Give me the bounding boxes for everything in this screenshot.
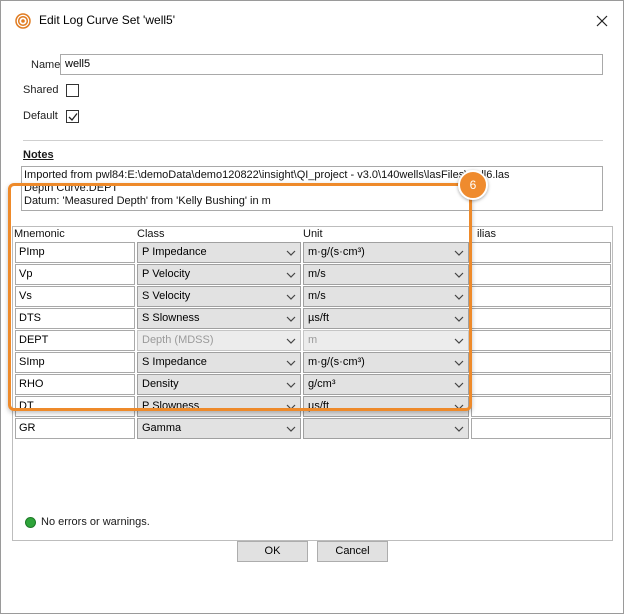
unit-dropdown[interactable]: m/s	[303, 286, 469, 307]
class-dropdown[interactable]: S Velocity	[137, 286, 301, 307]
chevron-down-icon	[286, 272, 296, 278]
unit-dropdown[interactable]: µs/ft	[303, 308, 469, 329]
chevron-down-icon	[286, 294, 296, 300]
mnemonic-input[interactable]: DTS	[15, 308, 135, 329]
chevron-down-icon	[286, 404, 296, 410]
separator	[23, 140, 603, 141]
chevron-down-icon	[454, 382, 464, 388]
edit-log-curve-set-dialog: Edit Log Curve Set 'well5' Name well5 Sh…	[0, 0, 624, 614]
chevron-down-icon	[286, 382, 296, 388]
shared-checkbox[interactable]	[66, 84, 79, 97]
chevron-down-icon	[454, 338, 464, 344]
title-bar: Edit Log Curve Set 'well5'	[1, 1, 623, 39]
alias-input[interactable]	[471, 286, 611, 307]
alias-input[interactable]	[471, 264, 611, 285]
chevron-down-icon	[286, 338, 296, 344]
chevron-down-icon	[454, 316, 464, 322]
unit-dropdown[interactable]: m/s	[303, 264, 469, 285]
class-value: P Velocity	[142, 268, 191, 280]
column-header-aliases: ilias	[477, 228, 496, 240]
class-value: P Slowness	[142, 400, 200, 412]
notes-line: Depth Curve:DEPT	[24, 182, 119, 194]
mnemonic-input[interactable]: GR	[15, 418, 135, 439]
alias-input[interactable]	[471, 396, 611, 417]
notes-title: Notes	[23, 149, 54, 161]
unit-value: m/s	[308, 268, 326, 280]
cancel-button[interactable]: Cancel	[317, 541, 388, 562]
class-dropdown[interactable]: Depth (MDSS)	[137, 330, 301, 351]
chevron-down-icon	[286, 360, 296, 366]
alias-input[interactable]	[471, 352, 611, 373]
class-value: S Slowness	[142, 312, 200, 324]
notes-line: Datum: 'Measured Depth' from 'Kelly Bush…	[24, 195, 271, 207]
ok-button[interactable]: OK	[237, 541, 308, 562]
notes-line: Imported from pwl84:E:\demoData\demo1208…	[24, 169, 510, 181]
chevron-down-icon	[454, 272, 464, 278]
chevron-down-icon	[454, 294, 464, 300]
alias-input[interactable]	[471, 242, 611, 263]
mnemonic-input[interactable]: DEPT	[15, 330, 135, 351]
column-header-class: Class	[137, 228, 165, 240]
class-value: P Impedance	[142, 246, 207, 258]
mnemonic-input[interactable]: SImp	[15, 352, 135, 373]
name-label: Name	[31, 59, 61, 71]
chevron-down-icon	[454, 360, 464, 366]
unit-value: m·g/(s·cm³)	[308, 246, 365, 258]
class-dropdown[interactable]: S Slowness	[137, 308, 301, 329]
unit-value: µs/ft	[308, 400, 330, 412]
unit-value: m	[308, 334, 318, 346]
unit-dropdown[interactable]	[303, 418, 469, 439]
unit-dropdown[interactable]: m	[303, 330, 469, 351]
close-icon[interactable]	[594, 13, 610, 29]
class-dropdown[interactable]: S Impedance	[137, 352, 301, 373]
alias-input[interactable]	[471, 418, 611, 439]
name-input[interactable]: well5	[60, 54, 603, 75]
mnemonic-input[interactable]: Vp	[15, 264, 135, 285]
notes-textarea[interactable]: Imported from pwl84:E:\demoData\demo1208…	[21, 166, 603, 211]
target-icon	[15, 13, 31, 29]
curve-table: Mnemonic Class Unit ilias PImp P Impedanc…	[12, 226, 613, 541]
unit-dropdown[interactable]: m·g/(s·cm³)	[303, 352, 469, 373]
callout-badge: 6	[458, 170, 488, 200]
class-value: Density	[142, 378, 179, 390]
chevron-down-icon	[454, 404, 464, 410]
unit-value: m·g/(s·cm³)	[308, 356, 365, 368]
status-ok-icon	[25, 517, 36, 528]
unit-value: m/s	[308, 290, 326, 302]
column-header-unit: Unit	[303, 228, 323, 240]
chevron-down-icon	[286, 316, 296, 322]
unit-dropdown[interactable]: µs/ft	[303, 396, 469, 417]
checkmark-icon	[68, 113, 78, 121]
shared-label: Shared	[23, 84, 59, 96]
class-dropdown[interactable]: P Impedance	[137, 242, 301, 263]
column-header-mnemonic: Mnemonic	[14, 228, 65, 240]
status-message: No errors or warnings.	[41, 516, 150, 528]
mnemonic-input[interactable]: DT	[15, 396, 135, 417]
class-value: S Velocity	[142, 290, 191, 302]
class-value: Depth (MDSS)	[142, 334, 214, 346]
mnemonic-input[interactable]: RHO	[15, 374, 135, 395]
class-value: Gamma	[142, 422, 182, 434]
default-label: Default	[23, 110, 58, 122]
class-value: S Impedance	[142, 356, 207, 368]
chevron-down-icon	[286, 426, 296, 432]
alias-input[interactable]	[471, 374, 611, 395]
alias-input[interactable]	[471, 308, 611, 329]
chevron-down-icon	[454, 426, 464, 432]
default-checkbox[interactable]	[66, 110, 79, 123]
class-dropdown[interactable]: Density	[137, 374, 301, 395]
dialog-title: Edit Log Curve Set 'well5'	[39, 13, 175, 27]
unit-value: g/cm³	[308, 378, 336, 390]
class-dropdown[interactable]: P Slowness	[137, 396, 301, 417]
unit-value: µs/ft	[308, 312, 330, 324]
mnemonic-input[interactable]: PImp	[15, 242, 135, 263]
mnemonic-input[interactable]: Vs	[15, 286, 135, 307]
unit-dropdown[interactable]: g/cm³	[303, 374, 469, 395]
class-dropdown[interactable]: P Velocity	[137, 264, 301, 285]
alias-input[interactable]	[471, 330, 611, 351]
class-dropdown[interactable]: Gamma	[137, 418, 301, 439]
unit-dropdown[interactable]: m·g/(s·cm³)	[303, 242, 469, 263]
chevron-down-icon	[454, 250, 464, 256]
chevron-down-icon	[286, 250, 296, 256]
